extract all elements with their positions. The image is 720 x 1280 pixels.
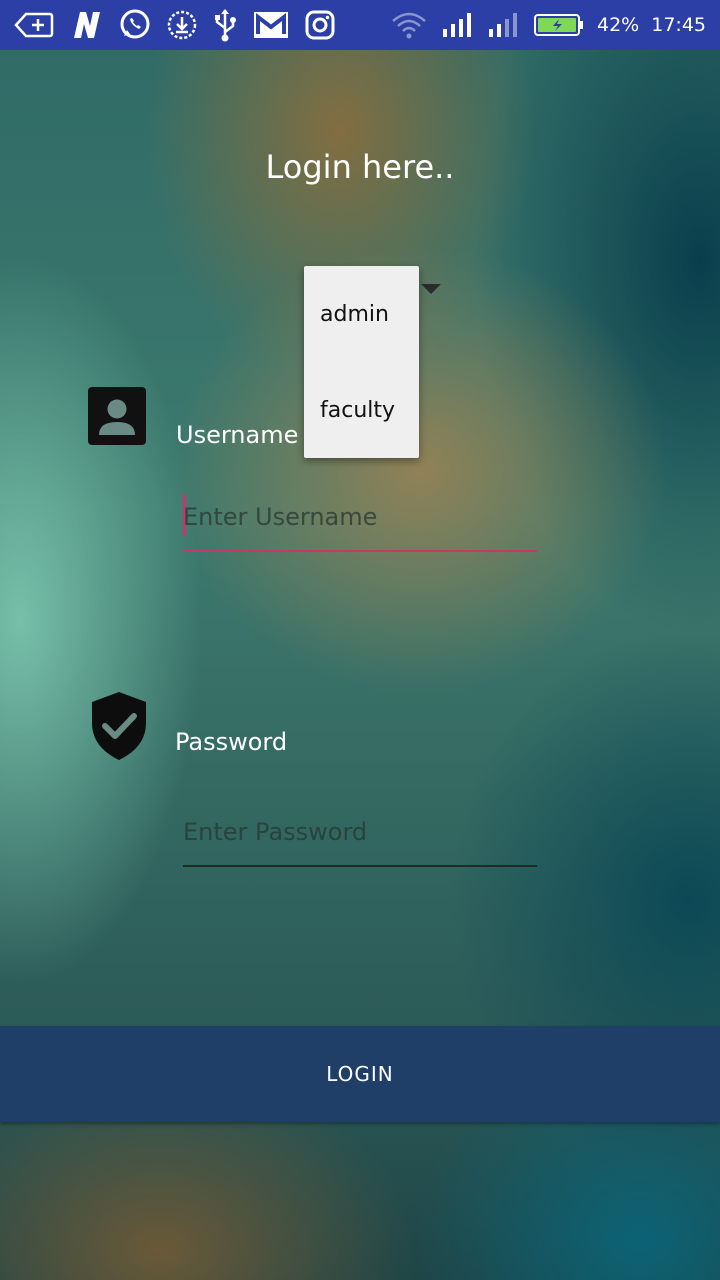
signal-icon [441,11,475,39]
account-box-icon [88,387,146,445]
login-button[interactable]: LOGIN [0,1026,720,1122]
add-call-icon [14,11,54,39]
wifi-icon [389,10,429,40]
role-dropdown-menu: admin faculty [304,266,419,458]
gmail-icon [252,10,290,40]
battery-percent: 42% [597,14,640,36]
signal-icon-2 [487,11,521,39]
password-label: Password [175,728,288,756]
clock: 17:45 [651,14,706,36]
page-title: Login here.. [265,148,455,186]
password-underline [183,865,537,867]
battery-icon [533,12,585,38]
shield-check-icon [90,691,148,761]
spinner-dropdown-arrow-icon[interactable] [421,284,441,294]
username-label: Username [176,421,299,449]
dropdown-option-faculty[interactable]: faculty [304,362,419,458]
usb-icon [212,8,238,42]
username-underline [183,550,537,552]
username-input[interactable] [183,492,537,542]
instagram-icon [304,9,336,41]
whatsapp-icon [118,8,152,42]
dropdown-option-admin[interactable]: admin [304,266,419,362]
download-icon [166,9,198,41]
n-app-icon [68,10,104,40]
password-input[interactable] [183,807,537,857]
status-bar: 42% 17:45 [0,0,720,50]
